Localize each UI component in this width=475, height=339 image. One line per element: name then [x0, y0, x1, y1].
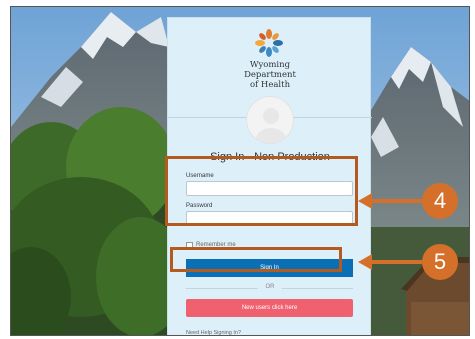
arrow-left-icon	[358, 193, 422, 209]
arrow-left-icon	[358, 254, 422, 270]
org-name: Wyoming Department of Health	[168, 60, 372, 90]
callout-badge-4: 4	[422, 183, 458, 219]
credentials-highlight-box	[165, 156, 358, 226]
wdh-logo-icon	[255, 29, 283, 57]
help-signing-in-link[interactable]: Need Help Signing In?	[186, 330, 241, 335]
signin-highlight-box	[170, 247, 342, 272]
org-name-line-1: Wyoming	[249, 60, 291, 70]
org-name-line-2: Department	[244, 70, 296, 80]
or-divider-text: OR	[258, 284, 282, 290]
callout-badge-5: 5	[422, 244, 458, 280]
new-user-button[interactable]: New users click here	[186, 299, 353, 317]
user-avatar-icon	[246, 96, 294, 144]
org-name-line-3: of Health	[249, 80, 291, 90]
